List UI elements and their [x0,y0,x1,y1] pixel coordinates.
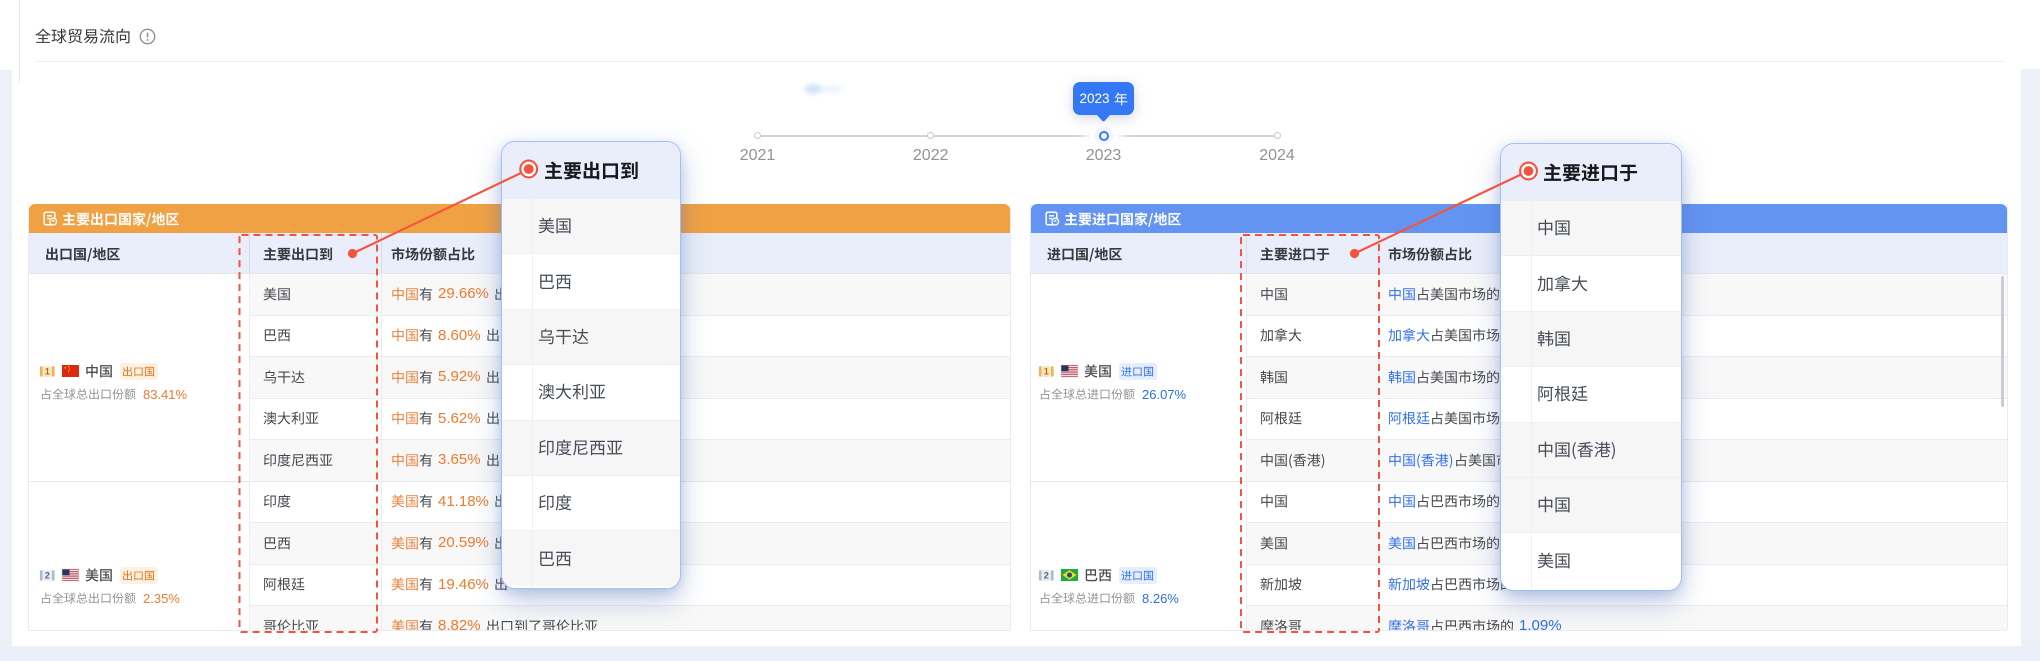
svg-text:2: 2 [45,570,50,580]
svg-text:1: 1 [45,366,50,376]
svg-text:1: 1 [1044,366,1049,376]
svg-text:2: 2 [1044,570,1049,580]
